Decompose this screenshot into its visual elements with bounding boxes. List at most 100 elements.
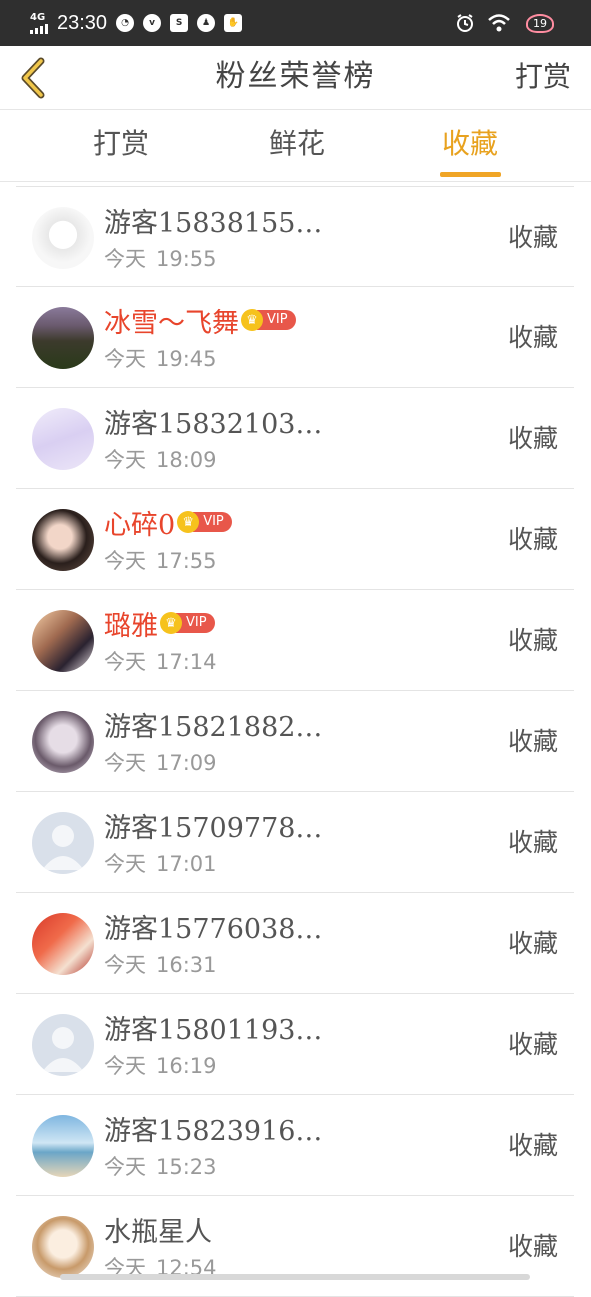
- red-flowers-avatar[interactable]: [32, 913, 94, 975]
- today-label: 今天: [104, 549, 146, 573]
- scroll-indicator: [60, 1274, 530, 1280]
- wifi-icon: [488, 14, 510, 32]
- signal-icon: 4G: [30, 11, 48, 34]
- today-label: 今天: [104, 751, 146, 775]
- user-name[interactable]: 游客15838155…: [104, 201, 322, 240]
- user-name[interactable]: 水瓶星人: [104, 1210, 212, 1249]
- list-item[interactable]: 游客15823916… 今天 15:23 收藏: [16, 1095, 574, 1196]
- action-label: 收藏: [507, 1030, 558, 1059]
- name-wrap: 游客15838155…: [104, 201, 322, 239]
- list-item[interactable]: 水瓶星人 今天 12:54 收藏: [16, 1196, 574, 1297]
- action-label: 收藏: [507, 223, 558, 252]
- status-bar: 4G 23:30 ◔ v S ♟ ✋ 19: [0, 0, 591, 46]
- time-value: 17:01: [156, 852, 217, 876]
- list-item[interactable]: 游客15832103… 今天 18:09 收藏: [16, 388, 574, 489]
- timestamp: 今天 15:23: [104, 1151, 217, 1181]
- list-item[interactable]: 冰雪～飞舞 ♛ VIP 今天 19:45 收藏: [16, 287, 574, 388]
- list-item[interactable]: 心碎0 ♛ VIP 今天 17:55 收藏: [16, 489, 574, 590]
- today-label: 今天: [104, 953, 146, 977]
- today-label: 今天: [104, 347, 146, 371]
- time-value: 16:31: [156, 953, 217, 977]
- time-value: 17:55: [156, 549, 217, 573]
- timestamp: 今天 17:09: [104, 747, 217, 777]
- page-title: 粉丝荣誉榜: [215, 59, 376, 94]
- list-item[interactable]: 游客15776038… 今天 16:31 收藏: [16, 893, 574, 994]
- name-wrap: 水瓶星人: [104, 1210, 212, 1248]
- user-name[interactable]: 游客15776038…: [104, 907, 322, 946]
- action-label: 收藏: [507, 626, 558, 655]
- cartoon-girl-avatar[interactable]: [32, 1216, 94, 1278]
- user-name[interactable]: 游客15801193…: [104, 1008, 322, 1047]
- tab-reward[interactable]: 打赏: [74, 110, 168, 180]
- battery-icon: 19: [523, 12, 557, 34]
- list-item[interactable]: 游客15801193… 今天 16:19 收藏: [16, 994, 574, 1095]
- today-label: 今天: [104, 448, 146, 472]
- user-name[interactable]: 游客15832103…: [104, 402, 322, 441]
- name-wrap: 璐雅 ♛ VIP: [104, 604, 215, 642]
- network-type: 4G: [30, 11, 46, 23]
- time-value: 18:09: [156, 448, 217, 472]
- action-label: 收藏: [507, 525, 558, 554]
- fan-list: 游客15838155… 今天 19:55 收藏 冰雪～飞舞 ♛ VIP 今天 19:45 收藏 游客…: [16, 186, 574, 1297]
- default-user-avatar[interactable]: [32, 1014, 94, 1076]
- name-wrap: 心碎0 ♛ VIP: [104, 503, 232, 541]
- action-label: 收藏: [507, 929, 558, 958]
- action-label: 收藏: [507, 1232, 558, 1261]
- speedometer-icon: ◔: [116, 14, 135, 32]
- chibi-character-avatar[interactable]: [32, 207, 94, 269]
- action-label: 收藏: [507, 727, 558, 756]
- status-left: 4G 23:30 ◔ v S ♟ ✋: [30, 0, 243, 46]
- time-value: 16:19: [156, 1054, 217, 1078]
- timestamp: 今天 17:55: [104, 545, 217, 575]
- timestamp: 今天 19:45: [104, 343, 217, 373]
- time-value: 15:23: [156, 1155, 217, 1179]
- name-wrap: 游客15821882…: [104, 705, 322, 743]
- name-wrap: 冰雪～飞舞 ♛ VIP: [104, 301, 296, 339]
- default-user-avatar[interactable]: [32, 812, 94, 874]
- list-item[interactable]: 游客15838155… 今天 19:55 收藏: [16, 186, 574, 287]
- vip-badge: ♛ VIP: [177, 511, 232, 533]
- s-icon: S: [170, 14, 189, 32]
- landscape-photo-avatar[interactable]: [32, 307, 94, 369]
- today-label: 今天: [104, 1054, 146, 1078]
- list-item[interactable]: 游客15709778… 今天 17:01 收藏: [16, 792, 574, 893]
- name-wrap: 游客15832103…: [104, 402, 322, 440]
- today-label: 今天: [104, 247, 146, 271]
- name-wrap: 游客15801193…: [104, 1008, 322, 1046]
- anime-girl-avatar[interactable]: [32, 610, 94, 672]
- tab-favorites[interactable]: 收藏: [430, 110, 510, 180]
- list-item[interactable]: 璐雅 ♛ VIP 今天 17:14 收藏: [16, 590, 574, 691]
- timestamp: 今天 16:19: [104, 1050, 217, 1080]
- today-label: 今天: [104, 1155, 146, 1179]
- today-label: 今天: [104, 650, 146, 674]
- timestamp: 今天 19:55: [104, 243, 217, 273]
- active-tab-indicator: [440, 172, 501, 177]
- user-name[interactable]: 心碎0: [104, 503, 175, 542]
- purple-sketch-avatar[interactable]: [32, 408, 94, 470]
- battery-level: 19: [526, 13, 554, 33]
- hand-icon: ✋: [224, 14, 243, 32]
- blurred-girl-avatar[interactable]: [32, 711, 94, 773]
- time-value: 17:14: [156, 650, 217, 674]
- beach-silhouette-avatar[interactable]: [32, 1115, 94, 1177]
- user-name[interactable]: 游客15709778…: [104, 806, 322, 845]
- crown-icon: ♛: [160, 612, 182, 634]
- user-name[interactable]: 游客15821882…: [104, 705, 322, 744]
- crown-icon: ♛: [241, 309, 263, 331]
- action-label: 收藏: [507, 828, 558, 857]
- tab-flowers[interactable]: 鲜花: [250, 110, 344, 180]
- user-name[interactable]: 璐雅: [104, 604, 158, 643]
- action-label: 收藏: [507, 1131, 558, 1160]
- list-item[interactable]: 游客15821882… 今天 17:09 收藏: [16, 691, 574, 792]
- clock: 23:30: [57, 11, 108, 34]
- name-wrap: 游客15823916…: [104, 1109, 322, 1147]
- timestamp: 今天 17:14: [104, 646, 217, 676]
- reward-button[interactable]: 打赏: [515, 46, 571, 108]
- user-name[interactable]: 冰雪～飞舞: [104, 301, 239, 340]
- user-name[interactable]: 游客15823916…: [104, 1109, 322, 1148]
- qq-icon: ♟: [197, 14, 216, 32]
- status-right: 19: [455, 0, 557, 46]
- header: 粉丝荣誉榜 打赏: [0, 46, 591, 110]
- girl-photo-avatar[interactable]: [32, 509, 94, 571]
- timestamp: 今天 18:09: [104, 444, 217, 474]
